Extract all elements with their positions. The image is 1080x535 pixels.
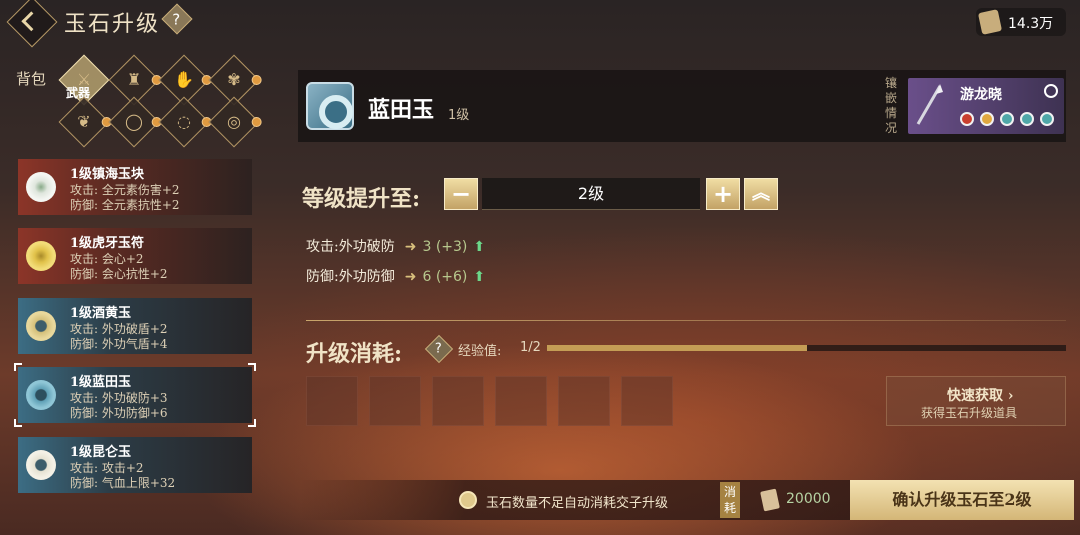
page-title: 玉石升级 (64, 12, 161, 37)
gem-name: 1级虎牙玉符 (70, 236, 145, 251)
inlay-label: 镶嵌情况 (885, 76, 898, 135)
chevron-right-icon: › (1007, 388, 1014, 404)
category-boots[interactable]: ❦ (58, 96, 112, 148)
necklace-icon: ◌ (177, 112, 191, 131)
exp-help-button[interactable]: ? (424, 334, 454, 364)
gem-defense-stat: 防御: 外功气盾+4 (70, 337, 168, 351)
selected-gem-name: 蓝田玉 (368, 97, 435, 123)
upgrade-cost-label: 升级消耗: (306, 341, 403, 367)
ring-icon: ◯ (125, 112, 143, 131)
notify-dot (251, 75, 262, 85)
stat-row: 攻击:外功破防 ➜ 3 (+3) ⬆ (306, 236, 485, 256)
stat-label: 攻击:外功破防 (306, 239, 395, 255)
jade-icon (26, 311, 56, 341)
arrow-up-icon: ⬆ (473, 239, 486, 255)
selection-corner (248, 419, 256, 427)
arrow-up-icon: ⬆ (473, 269, 486, 285)
jade-icon (26, 172, 56, 202)
material-slot[interactable] (432, 376, 484, 426)
exp-label: 经验值: (458, 344, 502, 359)
selected-gem-level: 1级 (448, 108, 470, 123)
gem-defense-stat: 防御: 全元素抗性+2 (70, 198, 180, 212)
currency-display: 14.3万 (976, 8, 1066, 36)
notify-dot (251, 117, 262, 127)
category-necklace[interactable]: ◌ (158, 96, 212, 148)
stat-delta: (+3) (435, 239, 468, 255)
selection-corner (14, 363, 22, 371)
cost-tag: 消耗 (720, 482, 740, 518)
gem-defense-stat: 防御: 气血上限+32 (70, 476, 176, 490)
category-pendant[interactable]: ◎ (208, 96, 262, 148)
gem-name: 1级镇海玉块 (70, 167, 145, 182)
currency-value: 14.3万 (1008, 16, 1054, 32)
stat-value: 3 (422, 239, 432, 255)
quick-get-title: 快速获取 › (947, 388, 1014, 404)
arrow-right-icon: ➜ (404, 239, 417, 255)
gem-name: 1级昆仑玉 (70, 445, 132, 460)
stat-label: 防御:外功防御 (306, 269, 395, 285)
gem-defense-stat: 防御: 会心抗性+2 (70, 267, 168, 281)
gem-list-item[interactable]: 1级酒黄玉 攻击: 外功破盾+2 防御: 外功气盾+4 (18, 298, 252, 354)
back-arrow-icon (21, 11, 42, 32)
section-divider (306, 320, 1066, 321)
inlay-slot (1020, 112, 1034, 126)
equipment-name: 游龙晓 (960, 87, 1002, 103)
gem-name: 1级酒黄玉 (70, 306, 132, 321)
jade-icon (26, 241, 56, 271)
selection-corner (248, 363, 256, 371)
inlay-slot (1000, 112, 1014, 126)
pendant-icon: ◎ (227, 112, 241, 131)
material-slot[interactable] (621, 376, 673, 426)
stat-delta: (+6) (435, 269, 468, 285)
gem-name: 1级蓝田玉 (70, 375, 132, 390)
upgrade-level-label: 等级提升至: (302, 186, 421, 212)
selection-corner (14, 419, 22, 427)
material-slot[interactable] (558, 376, 610, 426)
exp-progress-fill (547, 345, 807, 351)
gem-list-item[interactable]: 1级镇海玉块 攻击: 全元素伤害+2 防御: 全元素抗性+2 (18, 159, 252, 215)
belt-icon: ✾ (227, 70, 241, 89)
bracer-icon: ✋ (174, 70, 194, 89)
gem-list-item[interactable]: 1级虎牙玉符 攻击: 会心+2 防御: 会心抗性+2 (18, 228, 252, 284)
material-slot[interactable] (495, 376, 547, 426)
help-button[interactable]: ? (161, 3, 193, 35)
material-slot[interactable] (369, 376, 421, 426)
help-icon: ? (172, 10, 181, 29)
exp-value: 1/2 (520, 340, 541, 355)
jade-icon (26, 450, 56, 480)
back-button[interactable] (6, 0, 58, 48)
auto-consume-label: 玉石数量不足自动消耗交子升级 (486, 496, 669, 511)
arrow-right-icon: ➜ (404, 269, 417, 285)
armor-icon: ♜ (126, 70, 142, 89)
stat-row: 防御:外功防御 ➜ 6 (+6) ⬆ (306, 266, 485, 286)
inlay-slot (960, 112, 974, 126)
bag-label[interactable]: 背包 (16, 68, 46, 89)
gem-defense-stat: 防御: 外功防御+6 (70, 406, 168, 420)
gem-list-item[interactable]: 1级昆仑玉 攻击: 攻击+2 防御: 气血上限+32 (18, 437, 252, 493)
max-level-button[interactable]: ︽ (744, 178, 778, 210)
boots-icon: ❦ (77, 112, 91, 131)
coin-cost-value: 20000 (786, 491, 831, 507)
scroll-icon (977, 9, 1003, 35)
material-slot[interactable] (306, 376, 358, 426)
auto-consume-checkbox[interactable] (459, 491, 477, 509)
spear-icon (916, 84, 943, 125)
gem-list-item-selected[interactable]: 1级蓝田玉 攻击: 外功破防+3 防御: 外功防御+6 (14, 363, 256, 427)
selected-gem-icon (306, 82, 354, 130)
lock-icon[interactable] (1044, 84, 1058, 98)
help-icon: ? (434, 341, 442, 357)
increase-level-button[interactable]: + (706, 178, 740, 210)
stat-value: 6 (422, 269, 432, 285)
decrease-level-button[interactable]: − (444, 178, 478, 210)
quick-get-subtitle: 获得玉石升级道具 (921, 406, 1018, 420)
confirm-upgrade-button[interactable]: 确认升级玉石至2级 (850, 480, 1074, 520)
jade-icon (26, 380, 56, 410)
target-level-field: 2级 (482, 178, 700, 210)
category-ring[interactable]: ◯ (108, 96, 162, 148)
quick-get-button[interactable]: 快速获取 › 获得玉石升级道具 (886, 376, 1066, 426)
inlay-slot (980, 112, 994, 126)
exp-progress-bar (547, 345, 1066, 351)
inlay-slot (1040, 112, 1054, 126)
